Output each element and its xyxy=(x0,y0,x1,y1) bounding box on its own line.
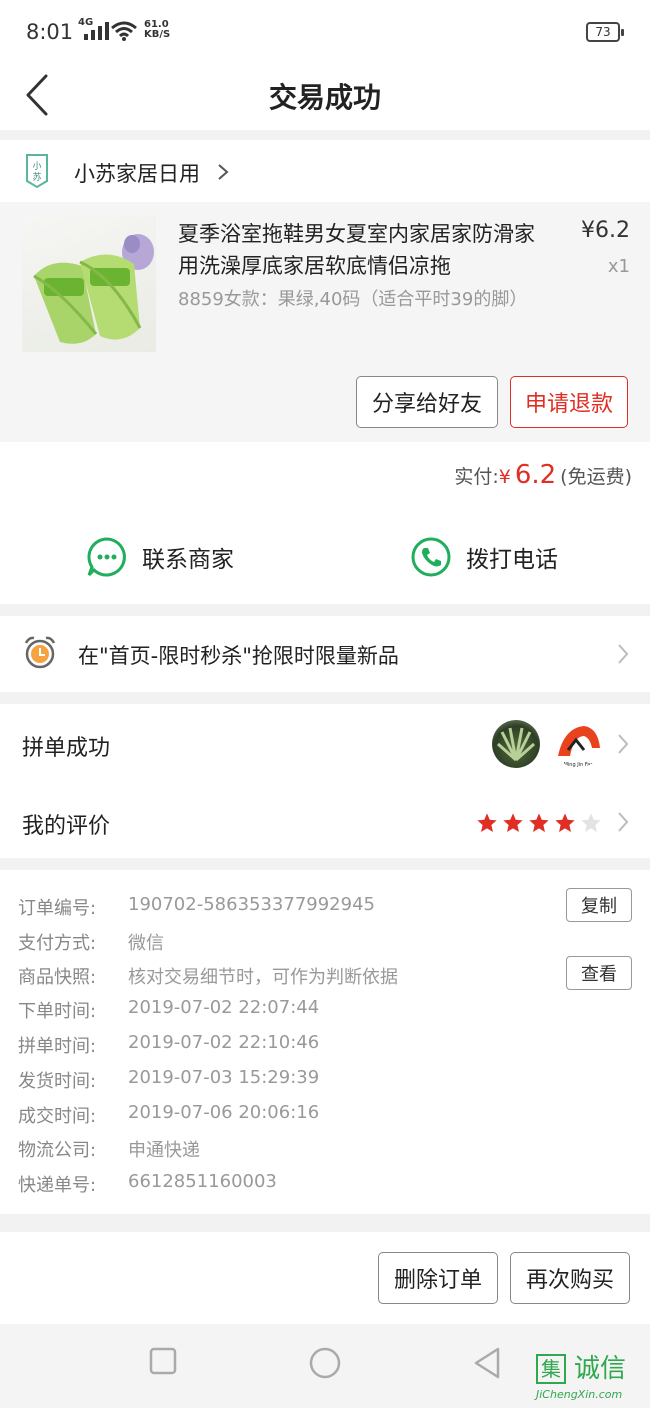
contact-merchant-label: 联系商家 xyxy=(142,547,234,573)
delete-order-button[interactable]: 删除订单 xyxy=(378,1252,498,1304)
chat-icon xyxy=(87,537,126,577)
info-key: 拼单时间: xyxy=(18,1036,97,1057)
snapshot-desc: 核对交易细节时，可作为判断依据 xyxy=(128,967,398,988)
bottom-action-bar: 删除订单 再次购买 xyxy=(0,1232,650,1324)
home-icon[interactable] xyxy=(308,1346,342,1380)
avatar-caption: Ming Jin Far xyxy=(564,762,594,768)
watermark-mark: 集 xyxy=(536,1354,566,1384)
shop-row[interactable]: 小 苏 小苏家居日用 xyxy=(0,140,650,202)
info-row-payment: 支付方式: 微信 xyxy=(18,929,164,955)
page-title: 交易成功 xyxy=(268,81,381,114)
back-triangle-icon[interactable] xyxy=(472,1346,502,1380)
tracking-number: 6612851160003 xyxy=(128,1171,277,1192)
signal-indicator: 4G xyxy=(78,17,109,40)
call-phone-button[interactable]: 拨打电话 xyxy=(410,536,558,578)
order-number: 190702-586353377992945 xyxy=(128,894,375,915)
rating-stars xyxy=(476,812,602,834)
info-row-group-time: 拼单时间: 2019-07-02 22:10:46 xyxy=(18,1032,319,1058)
call-phone-label: 拨打电话 xyxy=(466,547,558,573)
alarm-clock-icon xyxy=(24,636,56,669)
ship-time: 2019-07-03 15:29:39 xyxy=(128,1067,320,1088)
product-sku: 8859女款：果绿,40码（适合平时39的脚） xyxy=(178,289,528,310)
refund-button[interactable]: 申请退款 xyxy=(510,376,628,428)
status-time: 8:01 xyxy=(26,20,74,44)
chevron-right-icon xyxy=(218,164,229,180)
info-row-snapshot: 商品快照: 核对交易细节时，可作为判断依据 xyxy=(18,963,398,989)
product-quantity: x1 xyxy=(607,256,630,277)
info-row-deal-time: 成交时间: 2019-07-06 20:06:16 xyxy=(18,1102,319,1128)
payment-method: 微信 xyxy=(128,933,164,954)
paid-label: 实付: xyxy=(454,466,499,488)
shop-logo-text-1: 小 xyxy=(32,161,41,172)
group-time: 2019-07-02 22:10:46 xyxy=(128,1032,320,1053)
info-row-logistics: 物流公司: 申通快递 xyxy=(18,1136,200,1162)
battery-icon: 73 xyxy=(586,22,624,42)
info-key: 支付方式: xyxy=(18,933,97,954)
shop-name[interactable]: 小苏家居日用 xyxy=(74,158,200,188)
info-row-order-number: 订单编号: 190702-586353377992945 xyxy=(18,894,375,920)
buy-again-button[interactable]: 再次购买 xyxy=(510,1252,630,1304)
recent-apps-icon[interactable] xyxy=(148,1346,178,1376)
avatar[interactable] xyxy=(492,720,540,768)
promo-row[interactable]: 在"首页-限时秒杀"抢限时限量新品 xyxy=(0,616,650,692)
product-image[interactable] xyxy=(22,216,156,352)
share-button[interactable]: 分享给好友 xyxy=(356,376,498,428)
star-empty-icon xyxy=(581,813,601,832)
product-item[interactable]: 夏季浴室拖鞋男女夏室内家居家防滑家用洗澡厚底家居软底情侣凉拖 ¥6.2 x1 8… xyxy=(0,202,650,442)
promo-text[interactable]: 在"首页-限时秒杀"抢限时限量新品 xyxy=(78,640,399,670)
watermark-text: 诚信 xyxy=(574,1354,627,1384)
info-key: 发货时间: xyxy=(18,1071,97,1092)
shop-logo: 小 苏 xyxy=(26,154,48,189)
review-label: 我的评价 xyxy=(22,814,111,839)
wifi-icon xyxy=(111,21,137,41)
payment-section: 实付: ¥ 6.2 (免运费) 联系商家 拨打电话 xyxy=(0,442,650,604)
paid-summary: 实付: ¥ 6.2 (免运费) xyxy=(454,460,632,490)
chevron-right-icon xyxy=(618,734,629,754)
status-bar: 8:01 4G 61.0 KB/S 73 xyxy=(0,0,650,60)
shipping-note: (免运费) xyxy=(560,466,632,488)
contact-merchant-button[interactable]: 联系商家 xyxy=(86,536,234,578)
watermark-subtext: JiChengXin.com xyxy=(536,1388,623,1401)
info-key: 下单时间: xyxy=(18,1001,97,1022)
product-title[interactable]: 夏季浴室拖鞋男女夏室内家居家防滑家用洗澡厚底家居软底情侣凉拖 xyxy=(178,218,553,282)
slipper-image xyxy=(33,234,154,344)
paid-amount: 6.2 xyxy=(514,460,557,490)
chevron-right-icon xyxy=(618,812,629,832)
info-key: 快递单号: xyxy=(18,1175,97,1196)
chevron-right-icon xyxy=(618,644,629,664)
shop-logo-text-2: 苏 xyxy=(32,171,41,183)
star-filled-icon xyxy=(477,813,497,832)
phone-icon xyxy=(411,537,451,577)
group-review-section: 拼单成功 Ming Jin Far 我的评价 xyxy=(0,704,650,858)
info-key: 成交时间: xyxy=(18,1106,97,1127)
avatar[interactable]: Ming Jin Far xyxy=(554,720,602,768)
info-row-tracking: 快递单号: 6612851160003 xyxy=(18,1171,277,1197)
network-speed: 61.0 KB/S xyxy=(144,20,170,40)
info-row-ship-time: 发货时间: 2019-07-03 15:29:39 xyxy=(18,1067,319,1093)
view-snapshot-button[interactable]: 查看 xyxy=(566,956,632,990)
nav-bar: 交易成功 xyxy=(0,60,650,130)
speed-unit: KB/S xyxy=(144,29,171,40)
group-label: 拼单成功 xyxy=(22,736,111,761)
star-filled-icon xyxy=(529,813,549,832)
logistics-company: 申通快递 xyxy=(128,1140,200,1161)
copy-button[interactable]: 复制 xyxy=(566,888,632,922)
watermark-logo: 集 诚信 JiChengXin.com xyxy=(530,1354,646,1404)
info-row-order-time: 下单时间: 2019-07-02 22:07:44 xyxy=(18,997,319,1023)
info-key: 物流公司: xyxy=(18,1140,97,1161)
star-filled-icon xyxy=(555,813,575,832)
paid-currency: ¥ xyxy=(498,466,511,488)
star-filled-icon xyxy=(503,813,523,832)
network-type: 4G xyxy=(78,17,94,28)
order-info-section: 订单编号: 190702-586353377992945 复制 支付方式: 微信… xyxy=(0,870,650,1214)
product-price: ¥6.2 xyxy=(581,218,630,243)
info-key: 商品快照: xyxy=(18,967,97,988)
order-time: 2019-07-02 22:07:44 xyxy=(128,997,320,1018)
deal-time: 2019-07-06 20:06:16 xyxy=(128,1102,320,1123)
info-key: 订单编号: xyxy=(18,898,97,919)
